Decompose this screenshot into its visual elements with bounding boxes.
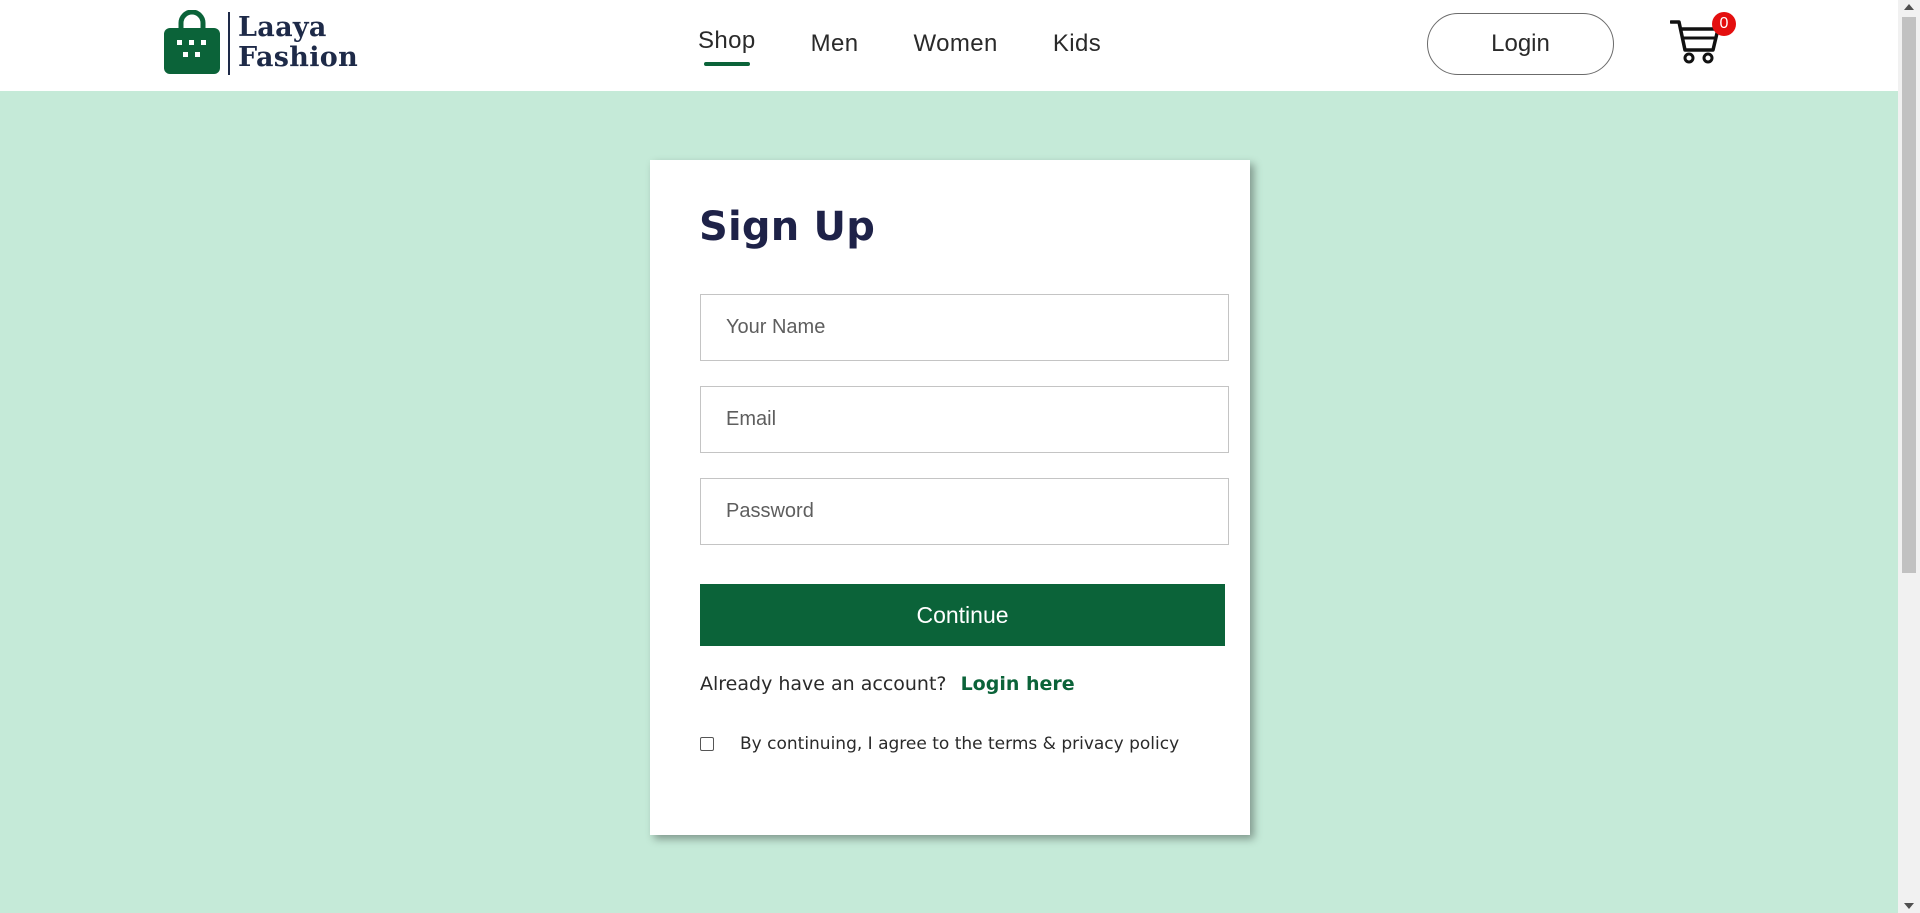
brand-logo[interactable]: Laaya Fashion: [162, 10, 358, 76]
email-input[interactable]: [700, 386, 1229, 453]
nav-item-label: Kids: [1052, 30, 1102, 57]
login-here-link[interactable]: Login here: [961, 673, 1075, 695]
shopping-bag-icon: [164, 10, 220, 74]
name-input[interactable]: [700, 294, 1229, 361]
logo-divider: [228, 11, 230, 75]
login-prompt: Already have an account? Login here: [700, 673, 1075, 695]
continue-button[interactable]: Continue: [700, 584, 1225, 646]
terms-checkbox[interactable]: [700, 737, 714, 751]
terms-label: By continuing, I agree to the terms & pr…: [740, 734, 1180, 754]
account-prompt-text: Already have an account?: [700, 673, 947, 695]
page-scrollbar[interactable]: [1898, 0, 1920, 913]
header-login-button[interactable]: Login: [1427, 13, 1614, 75]
password-input[interactable]: [700, 478, 1229, 545]
nav-item-women[interactable]: Women: [914, 26, 998, 59]
active-nav-underline: [704, 62, 750, 66]
cart-count-badge: 0: [1712, 12, 1736, 36]
brand-name-line2: Fashion: [238, 42, 359, 73]
signup-card: Sign Up Continue Already have an account…: [650, 160, 1250, 835]
page-title: Sign Up: [699, 204, 876, 250]
scroll-down-arrow-icon[interactable]: [1904, 903, 1914, 909]
nav-item-label: Shop: [698, 27, 756, 54]
site-header: Laaya Fashion Shop Men Women Kids Login …: [0, 0, 1898, 91]
brand-name-line1: Laaya: [238, 12, 327, 43]
nav-item-shop[interactable]: Shop: [698, 26, 756, 66]
terms-row: By continuing, I agree to the terms & pr…: [700, 734, 1179, 754]
brand-name: Laaya Fashion: [238, 13, 358, 73]
nav-item-men[interactable]: Men: [811, 26, 859, 59]
main-nav: Shop Men Women Kids: [698, 26, 1156, 66]
scroll-up-arrow-icon[interactable]: [1904, 4, 1914, 10]
cart-button[interactable]: 0: [1670, 12, 1736, 66]
nav-item-label: Men: [810, 30, 859, 57]
nav-item-kids[interactable]: Kids: [1053, 26, 1101, 59]
nav-item-label: Women: [913, 30, 998, 57]
scroll-thumb[interactable]: [1902, 17, 1916, 573]
